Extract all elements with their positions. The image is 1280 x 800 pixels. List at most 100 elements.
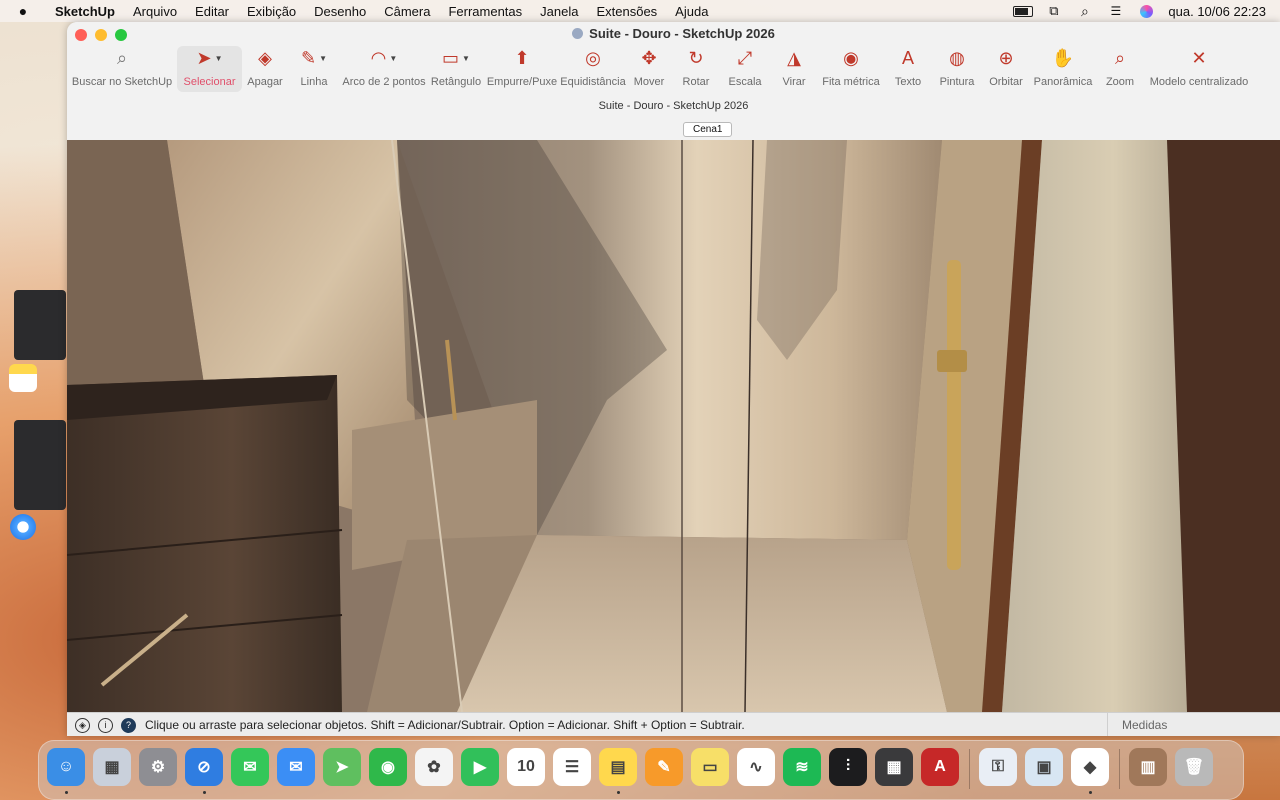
- sketchup-icon[interactable]: ◆: [1071, 748, 1109, 786]
- window-title-text: Suite - Douro - SketchUp 2026: [589, 26, 775, 41]
- geo-location-icon[interactable]: ◈: [75, 717, 90, 733]
- chevron-down-icon[interactable]: ▼: [462, 54, 470, 63]
- scene-tab-cena1[interactable]: Cena1: [683, 122, 733, 137]
- tool-label: Fita métrica: [822, 76, 880, 88]
- dock-glyph: ⊘: [197, 759, 211, 776]
- trash-icon[interactable]: 🗑: [1175, 748, 1213, 786]
- zoom-extents-icon: ✕: [1191, 47, 1207, 68]
- tool-text[interactable]: A Texto: [884, 46, 932, 92]
- tool-label: Retângulo: [430, 76, 482, 88]
- stickies-icon[interactable]: ▭: [691, 748, 729, 786]
- menu-ajuda[interactable]: Ajuda: [666, 4, 717, 19]
- downloads-folder-icon[interactable]: ▥: [1129, 748, 1167, 786]
- tool-search[interactable]: ⌕ Buscar no SketchUp: [67, 46, 177, 92]
- tool-flip[interactable]: ◮ Virar: [770, 46, 818, 92]
- safari-icon[interactable]: ⊘: [185, 748, 223, 786]
- rotate-icon: ↻: [688, 47, 704, 68]
- chevron-down-icon[interactable]: ▼: [215, 54, 223, 63]
- pages-icon[interactable]: ✎: [645, 748, 683, 786]
- eraser-icon: ◈: [258, 47, 272, 68]
- measurements-box[interactable]: Medidas: [1107, 713, 1280, 736]
- dock-glyph: ✉: [289, 759, 303, 776]
- menu-clock[interactable]: qua. 10/06 22:23: [1162, 4, 1280, 19]
- arc-icon: ◠ ▼: [370, 47, 398, 68]
- keychain-icon[interactable]: ⚿: [979, 748, 1017, 786]
- menu-camera[interactable]: Câmera: [375, 4, 439, 19]
- rendered-bathroom-scene: [67, 140, 1280, 712]
- menu-editar[interactable]: Editar: [186, 4, 238, 19]
- menu-arquivo[interactable]: Arquivo: [124, 4, 186, 19]
- tool-push-pull[interactable]: ⬆ Empurre/Puxe: [484, 46, 560, 92]
- menu-desenho[interactable]: Desenho: [305, 4, 375, 19]
- tool-eraser[interactable]: ◈ Apagar: [242, 46, 288, 92]
- zoom-icon: ⌕: [1114, 47, 1126, 68]
- tool-rectangle[interactable]: ▭ ▼ Retângulo: [428, 46, 484, 92]
- calendar-icon[interactable]: 10: [507, 748, 545, 786]
- tool-arc[interactable]: ◠ ▼ Arco de 2 pontos: [340, 46, 428, 92]
- chevron-down-icon[interactable]: ▼: [389, 54, 397, 63]
- tool-scale[interactable]: ⤢ Escala: [720, 46, 770, 92]
- tool-zoom-extents[interactable]: ✕ Modelo centralizado: [1144, 46, 1254, 92]
- dock-glyph: ⫶: [845, 758, 850, 775]
- reminders-icon[interactable]: ☰: [553, 748, 591, 786]
- credits-info-icon[interactable]: i: [98, 717, 113, 733]
- 3d-viewport[interactable]: [67, 140, 1280, 712]
- instructor-help-icon[interactable]: ?: [121, 717, 136, 733]
- menu-app-name[interactable]: SketchUp: [46, 4, 124, 19]
- pan-hand-icon: ✋: [1051, 47, 1075, 68]
- tool-move[interactable]: ✥ Mover: [626, 46, 672, 92]
- menu-extensoes[interactable]: Extensões: [587, 4, 666, 19]
- siri-icon[interactable]: [1131, 0, 1162, 22]
- document-subtitle: Suite - Douro - SketchUp 2026: [598, 100, 749, 112]
- spotlight-search-icon[interactable]: ⌕: [1069, 0, 1100, 22]
- menu-ferramentas[interactable]: Ferramentas: [439, 4, 531, 19]
- tool-paint-bucket[interactable]: ◍ Pintura: [932, 46, 982, 92]
- tool-pencil[interactable]: ✎ ▼ Linha: [288, 46, 340, 92]
- chevron-down-icon[interactable]: ▼: [319, 54, 327, 63]
- spotify-icon[interactable]: ≋: [783, 748, 821, 786]
- launchpad-icon[interactable]: ▦: [93, 748, 131, 786]
- settings-icon[interactable]: ⚙: [139, 748, 177, 786]
- preview-icon[interactable]: ▣: [1025, 748, 1063, 786]
- background-window: [14, 290, 66, 360]
- tool-select-arrow[interactable]: ➤ ▼ Selecionar: [177, 46, 242, 92]
- messages-icon[interactable]: ✉: [231, 748, 269, 786]
- autocad-icon[interactable]: A: [921, 748, 959, 786]
- screen-mirroring-icon[interactable]: ⧉: [1038, 0, 1069, 22]
- facetime-icon[interactable]: ▶: [461, 748, 499, 786]
- tool-label: Linha: [300, 76, 328, 88]
- battery-icon[interactable]: [1007, 0, 1038, 22]
- notes-icon[interactable]: ▤: [599, 748, 637, 786]
- dock-glyph: ▶: [473, 759, 487, 776]
- calculator-icon[interactable]: ▦: [875, 748, 913, 786]
- apple-menu-icon[interactable]: ●: [0, 3, 46, 19]
- maps-icon[interactable]: ➤: [323, 748, 361, 786]
- dock-glyph: ◆: [1083, 759, 1097, 776]
- tool-rotate[interactable]: ↻ Rotar: [672, 46, 720, 92]
- photos-icon[interactable]: ✿: [415, 748, 453, 786]
- control-center-icon[interactable]: ☰: [1100, 0, 1131, 22]
- mail-icon[interactable]: ✉: [277, 748, 315, 786]
- voice-memos-icon[interactable]: ⫶: [829, 748, 867, 786]
- safari-desktop-icon[interactable]: [10, 514, 36, 540]
- scale-icon: ⤢: [737, 47, 753, 68]
- findmy-icon[interactable]: ◉: [369, 748, 407, 786]
- finder-icon[interactable]: ☺: [47, 748, 85, 786]
- menu-exibicao[interactable]: Exibição: [238, 4, 305, 19]
- tool-pan-hand[interactable]: ✋ Panorâmica: [1030, 46, 1096, 92]
- tool-zoom[interactable]: ⌕ Zoom: [1096, 46, 1144, 92]
- tool-orbit[interactable]: ⊕ Orbitar: [982, 46, 1030, 92]
- menu-janela[interactable]: Janela: [531, 4, 587, 19]
- document-icon: [572, 28, 584, 39]
- tool-label: Arco de 2 pontos: [342, 76, 426, 88]
- dock-glyph: ✎: [657, 759, 671, 776]
- freeform-icon[interactable]: ∿: [737, 748, 775, 786]
- flip-icon: ◮: [787, 47, 801, 68]
- running-indicator: [203, 791, 206, 794]
- tape-measure-icon: ◉: [843, 47, 859, 68]
- select-arrow-icon: ➤ ▼: [196, 47, 223, 68]
- tool-offset[interactable]: ◎ Equidistância: [560, 46, 626, 92]
- dock-glyph: ▤: [610, 759, 626, 776]
- notes-desktop-icon[interactable]: [9, 364, 37, 392]
- tool-tape-measure[interactable]: ◉ Fita métrica: [818, 46, 884, 92]
